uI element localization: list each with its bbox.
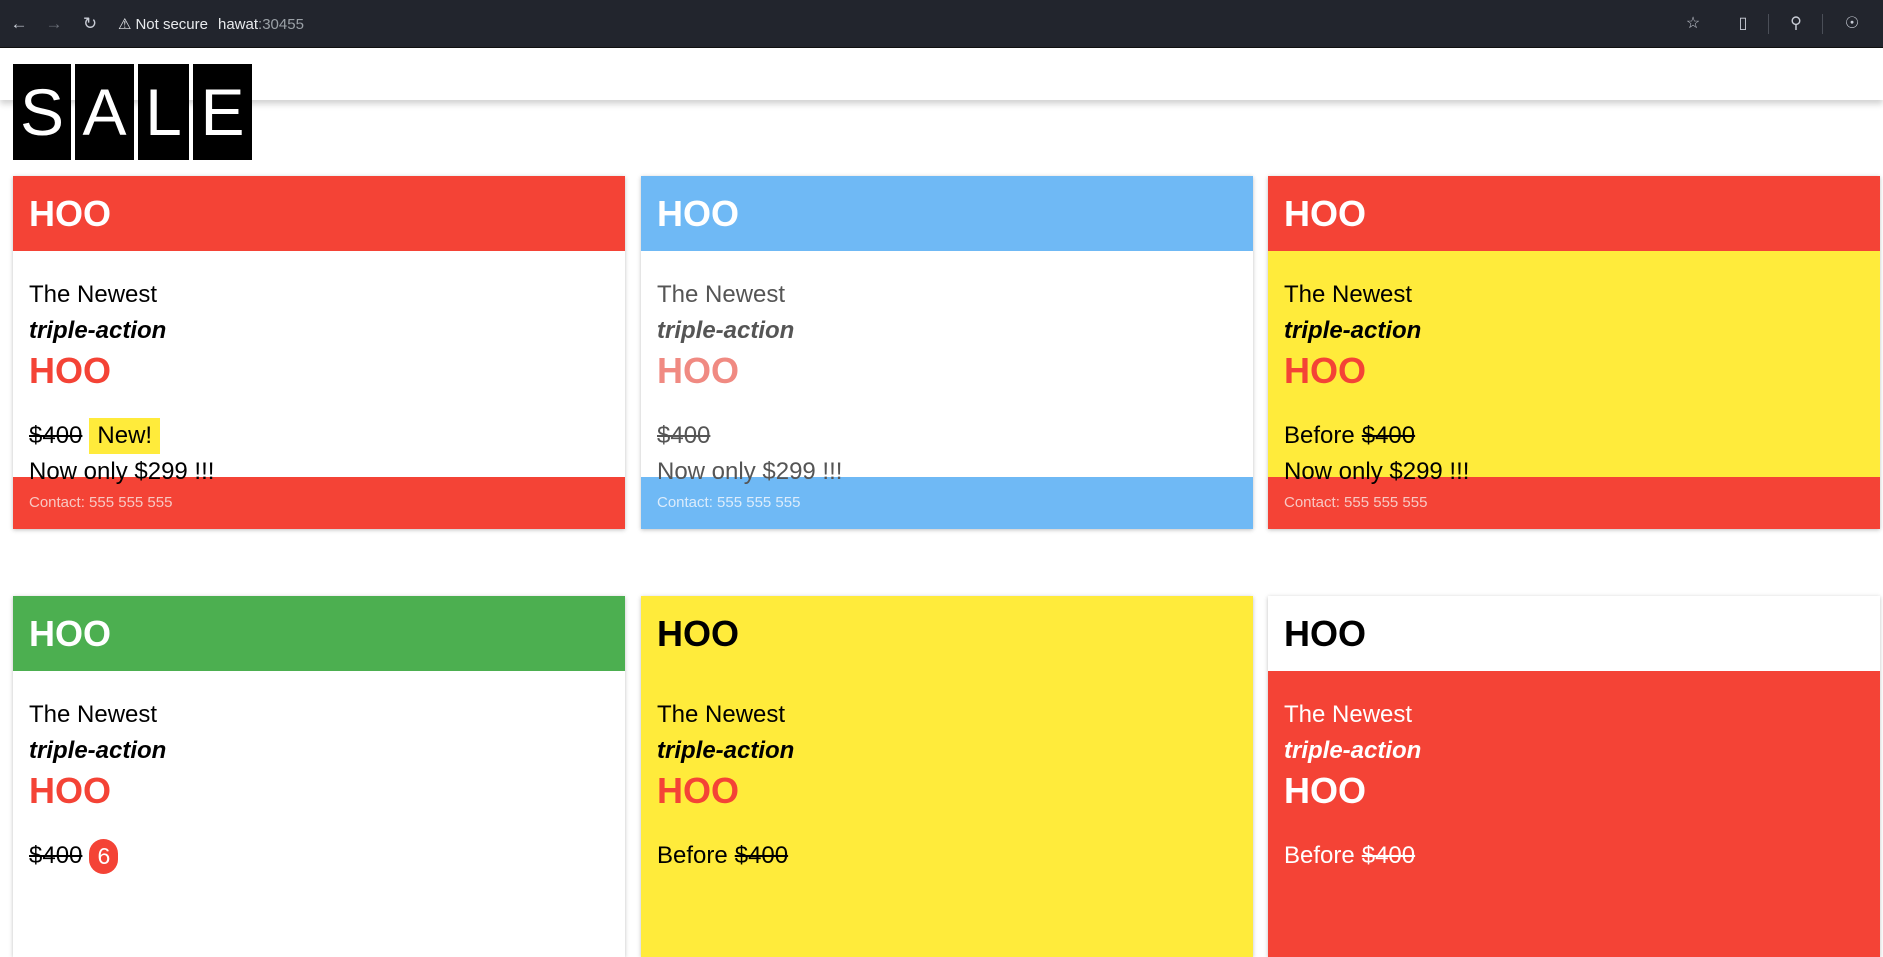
card-contact: Contact: 555 555 555 xyxy=(657,494,801,511)
card-footer: Contact: 555 555 555 xyxy=(1268,477,1880,529)
card-feature: triple-action xyxy=(657,737,795,764)
card-header: HOO xyxy=(1268,176,1880,251)
card-footer: Contact: 555 555 555 xyxy=(641,477,1253,529)
card-tagline: The Newest xyxy=(1284,281,1413,308)
toolbar-divider xyxy=(1822,14,1823,34)
card-title: HOO xyxy=(1284,193,1367,234)
toolbar-divider xyxy=(1768,14,1769,34)
card-title: HOO xyxy=(29,193,112,234)
product-card: HOO The Newest triple-action HOO Before … xyxy=(1268,596,1880,957)
warning-triangle-icon: ⚠ xyxy=(118,16,132,33)
sale-logo: S A L E xyxy=(13,64,252,160)
card-tagline: The Newest xyxy=(29,701,158,728)
before-label: Before xyxy=(657,842,728,869)
card-feature: triple-action xyxy=(1284,737,1422,764)
card-tagline: The Newest xyxy=(29,281,158,308)
card-header: HOO xyxy=(1268,596,1880,671)
logo-letter: A xyxy=(75,64,134,160)
card-feature: triple-action xyxy=(657,317,795,344)
security-label: Not secure xyxy=(135,15,208,33)
reload-icon[interactable]: ↻ xyxy=(78,12,102,36)
card-tagline: The Newest xyxy=(1284,701,1413,728)
card-feature: triple-action xyxy=(1284,317,1422,344)
card-header: HOO xyxy=(13,176,625,251)
card-header: HOO xyxy=(13,596,625,671)
old-price: $400 xyxy=(1361,422,1416,449)
product-card: HOO The Newest triple-action HOO $400 Ne… xyxy=(13,176,625,529)
old-price: $400 xyxy=(657,422,711,449)
logo-letter: L xyxy=(138,64,189,160)
card-price-row: $400 xyxy=(657,418,1237,454)
card-tagline: The Newest xyxy=(657,701,786,728)
card-price-row: Before $400 xyxy=(657,838,1237,874)
card-feature: triple-action xyxy=(29,737,167,764)
card-body: The Newest triple-action HOO $400 New! N… xyxy=(13,251,625,485)
product-card: HOO The Newest triple-action HOO Before … xyxy=(641,596,1253,957)
card-product-name: HOO xyxy=(657,350,740,391)
security-indicator[interactable]: ⚠ Not secure xyxy=(118,15,208,34)
card-contact: Contact: 555 555 555 xyxy=(29,494,173,511)
logo-letter: S xyxy=(13,64,71,160)
card-title: HOO xyxy=(1284,613,1367,654)
old-price: $400 xyxy=(734,842,789,869)
card-product-name: HOO xyxy=(1284,770,1367,811)
card-title: HOO xyxy=(657,613,740,654)
card-footer: Contact: 555 555 555 xyxy=(13,477,625,529)
card-price-row: Before $400 xyxy=(1284,418,1864,454)
old-price: $400 xyxy=(29,842,83,869)
card-product-name: HOO xyxy=(1284,350,1367,391)
url-text: hawat:30455 xyxy=(218,15,304,33)
page-header-bar xyxy=(0,48,1883,100)
bookmark-star-icon[interactable]: ☆ xyxy=(1681,12,1705,36)
card-product-name: HOO xyxy=(657,770,740,811)
labs-flask-icon[interactable]: ⚲ xyxy=(1784,12,1808,36)
card-body: The Newest triple-action HOO Before $400… xyxy=(1268,251,1880,485)
before-label: Before xyxy=(1284,422,1355,449)
old-price: $400 xyxy=(29,422,83,449)
card-body: The Newest triple-action HOO $400 6 xyxy=(13,671,625,957)
card-tagline: The Newest xyxy=(657,281,786,308)
card-title: HOO xyxy=(29,613,112,654)
card-title: HOO xyxy=(657,193,740,234)
product-card: HOO The Newest triple-action HOO $400 No… xyxy=(641,176,1253,529)
before-label: Before xyxy=(1284,842,1355,869)
card-header: HOO xyxy=(641,596,1253,671)
product-card: HOO The Newest triple-action HOO $400 6 xyxy=(13,596,625,957)
card-contact: Contact: 555 555 555 xyxy=(1284,494,1428,511)
card-header: HOO xyxy=(641,176,1253,251)
card-feature: triple-action xyxy=(29,317,167,344)
browser-toolbar: ← → ↻ ⚠ Not secure hawat:30455 ☆ ▯ ⚲ ☉ xyxy=(0,0,1883,48)
new-tag: New! xyxy=(89,418,161,454)
count-badge: 6 xyxy=(89,838,119,874)
profile-icon[interactable]: ☉ xyxy=(1840,12,1864,36)
card-product-name: HOO xyxy=(29,770,112,811)
card-price-row: $400 6 xyxy=(29,838,609,874)
card-body: The Newest triple-action HOO Before $400 xyxy=(641,671,1253,957)
card-price-row: Before $400 xyxy=(1284,838,1864,874)
card-price-row: $400 New! xyxy=(29,418,609,454)
forward-arrow-icon[interactable]: → xyxy=(42,12,66,36)
card-product-name: HOO xyxy=(29,350,112,391)
old-price: $400 xyxy=(1361,842,1416,869)
extensions-icon[interactable]: ▯ xyxy=(1731,12,1755,36)
card-body: The Newest triple-action HOO $400 Now on… xyxy=(641,251,1253,485)
card-body: The Newest triple-action HOO Before $400 xyxy=(1268,671,1880,957)
product-card: HOO The Newest triple-action HOO Before … xyxy=(1268,176,1880,529)
logo-letter: E xyxy=(193,64,252,160)
address-bar[interactable]: ⚠ Not secure hawat:30455 xyxy=(118,9,304,39)
back-arrow-icon[interactable]: ← xyxy=(7,12,31,36)
